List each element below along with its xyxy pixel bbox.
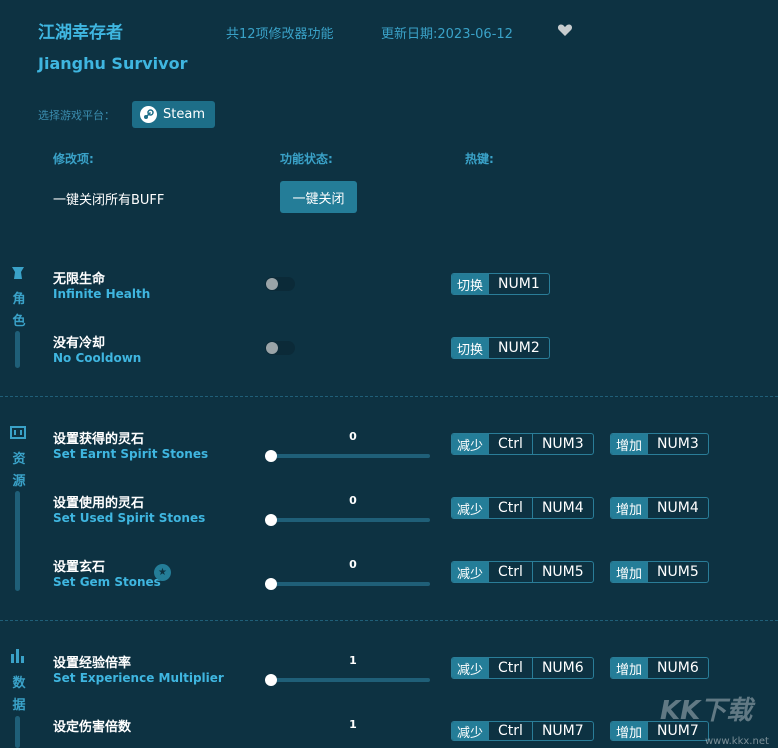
- section-data-bar: [15, 716, 20, 748]
- steam-platform-button[interactable]: Steam: [132, 101, 215, 128]
- hotkey-key: NUM4: [647, 498, 708, 518]
- resource-icon: [10, 426, 26, 439]
- used-spirit-stones-thumb[interactable]: [265, 514, 277, 526]
- hotkey-key: NUM6: [531, 658, 593, 678]
- gem-stones-label: 设置玄石: [53, 560, 106, 575]
- gem-stones-dec-hotkey[interactable]: 减少 Ctrl NUM5: [451, 561, 594, 583]
- hotkey-modifier: Ctrl: [488, 722, 532, 740]
- hotkey-tag: 减少: [452, 722, 489, 740]
- platform-label: 选择游戏平台：: [38, 109, 115, 122]
- section-divider: [0, 396, 778, 397]
- no-cooldown-label-en: No Cooldown: [53, 351, 142, 365]
- hotkey-modifier: Ctrl: [488, 498, 532, 518]
- gem-stones-slider[interactable]: [270, 582, 430, 586]
- experience-multiplier-label-en: Set Experience Multiplier: [53, 671, 224, 685]
- feature-count: 共12项修改器功能: [226, 27, 334, 42]
- infinite-health-label-en: Infinite Health: [53, 287, 151, 301]
- hotkey-tag: 减少: [452, 434, 489, 454]
- data-icon: [11, 649, 24, 663]
- character-icon: [12, 267, 24, 279]
- hotkey-key: NUM7: [531, 722, 593, 740]
- infinite-health-toggle[interactable]: [265, 277, 295, 291]
- earnt-spirit-stones-slider[interactable]: [270, 454, 430, 458]
- column-item: 修改项:: [53, 152, 94, 166]
- hotkey-modifier: Ctrl: [488, 434, 532, 454]
- hotkey-tag: 减少: [452, 658, 489, 678]
- gem-stones-thumb[interactable]: [265, 578, 277, 590]
- damage-multiplier-value: 1: [349, 718, 357, 731]
- game-title-english: Jianghu Survivor: [38, 54, 188, 73]
- infinite-health-hotkey[interactable]: 切换 NUM1: [451, 273, 550, 295]
- no-cooldown-toggle[interactable]: [265, 341, 295, 355]
- earnt-spirit-stones-inc-hotkey[interactable]: 增加 NUM3: [610, 433, 709, 455]
- earnt-spirit-stones-dec-hotkey[interactable]: 减少 Ctrl NUM3: [451, 433, 594, 455]
- hotkey-modifier: Ctrl: [488, 658, 532, 678]
- experience-multiplier-dec-hotkey[interactable]: 减少 Ctrl NUM6: [451, 657, 594, 679]
- hotkey-key: NUM5: [531, 562, 593, 582]
- hotkey-key: NUM6: [647, 658, 708, 678]
- watermark-url: www.kkx.net: [705, 736, 769, 747]
- experience-multiplier-thumb[interactable]: [265, 674, 277, 686]
- used-spirit-stones-inc-hotkey[interactable]: 增加 NUM4: [610, 497, 709, 519]
- used-spirit-stones-slider[interactable]: [270, 518, 430, 522]
- watermark-logo: KK下载: [660, 696, 753, 726]
- section-character-bar: [15, 331, 20, 368]
- hotkey-tag: 增加: [611, 498, 648, 518]
- damage-multiplier-dec-hotkey[interactable]: 减少 Ctrl NUM7: [451, 721, 594, 741]
- steam-icon: [140, 106, 157, 123]
- section-data-label: 数据: [12, 676, 26, 713]
- update-date: 更新日期:2023-06-12: [381, 27, 513, 42]
- infinite-health-label: 无限生命: [53, 272, 106, 287]
- experience-multiplier-inc-hotkey[interactable]: 增加 NUM6: [610, 657, 709, 679]
- damage-multiplier-label: 设定伤害倍数: [53, 720, 132, 735]
- hotkey-tag: 切换: [452, 274, 489, 294]
- hotkey-modifier: Ctrl: [488, 562, 532, 582]
- section-character-label: 角色: [12, 292, 26, 329]
- gem-stones-value: 0: [349, 558, 357, 571]
- no-cooldown-hotkey[interactable]: 切换 NUM2: [451, 337, 550, 359]
- hotkey-tag: 增加: [611, 722, 648, 740]
- earnt-spirit-stones-thumb[interactable]: [265, 450, 277, 462]
- hotkey-tag: 减少: [452, 562, 489, 582]
- gem-stones-inc-hotkey[interactable]: 增加 NUM5: [610, 561, 709, 583]
- used-spirit-stones-label: 设置使用的灵石: [53, 496, 145, 511]
- experience-multiplier-label: 设置经验倍率: [53, 656, 132, 671]
- experience-multiplier-slider[interactable]: [270, 678, 430, 682]
- earnt-spirit-stones-label-en: Set Earnt Spirit Stones: [53, 447, 209, 461]
- hotkey-tag: 切换: [452, 338, 489, 358]
- no-cooldown-label: 没有冷却: [53, 336, 106, 351]
- column-status: 功能状态:: [280, 152, 333, 166]
- hotkey-key: NUM2: [488, 338, 549, 358]
- used-spirit-stones-value: 0: [349, 494, 357, 507]
- hotkey-tag: 减少: [452, 498, 489, 518]
- hotkey-tag: 增加: [611, 562, 648, 582]
- game-title: 江湖幸存者: [38, 23, 123, 43]
- earnt-spirit-stones-label: 设置获得的灵石: [53, 432, 145, 447]
- hotkey-key: NUM1: [488, 274, 549, 294]
- used-spirit-stones-label-en: Set Used Spirit Stones: [53, 511, 206, 525]
- steam-label: Steam: [163, 107, 205, 122]
- all-off-label: 一键关闭所有BUFF: [53, 193, 165, 208]
- earnt-spirit-stones-value: 0: [349, 430, 357, 443]
- all-off-button[interactable]: 一键关闭: [280, 181, 357, 213]
- hotkey-key: NUM3: [531, 434, 593, 454]
- hotkey-key: NUM4: [531, 498, 593, 518]
- hotkey-tag: 增加: [611, 434, 648, 454]
- section-divider: [0, 620, 778, 621]
- column-hotkey: 热键:: [465, 152, 494, 166]
- hotkey-key: NUM5: [647, 562, 708, 582]
- hotkey-tag: 增加: [611, 658, 648, 678]
- heart-icon[interactable]: [557, 22, 573, 38]
- used-spirit-stones-dec-hotkey[interactable]: 减少 Ctrl NUM4: [451, 497, 594, 519]
- hotkey-key: NUM3: [647, 434, 708, 454]
- star-icon[interactable]: ★: [154, 564, 171, 581]
- section-resource-bar: [15, 491, 20, 591]
- section-resource-label: 资源: [12, 452, 26, 489]
- gem-stones-label-en: Set Gem Stones: [53, 575, 161, 589]
- experience-multiplier-value: 1: [349, 654, 357, 667]
